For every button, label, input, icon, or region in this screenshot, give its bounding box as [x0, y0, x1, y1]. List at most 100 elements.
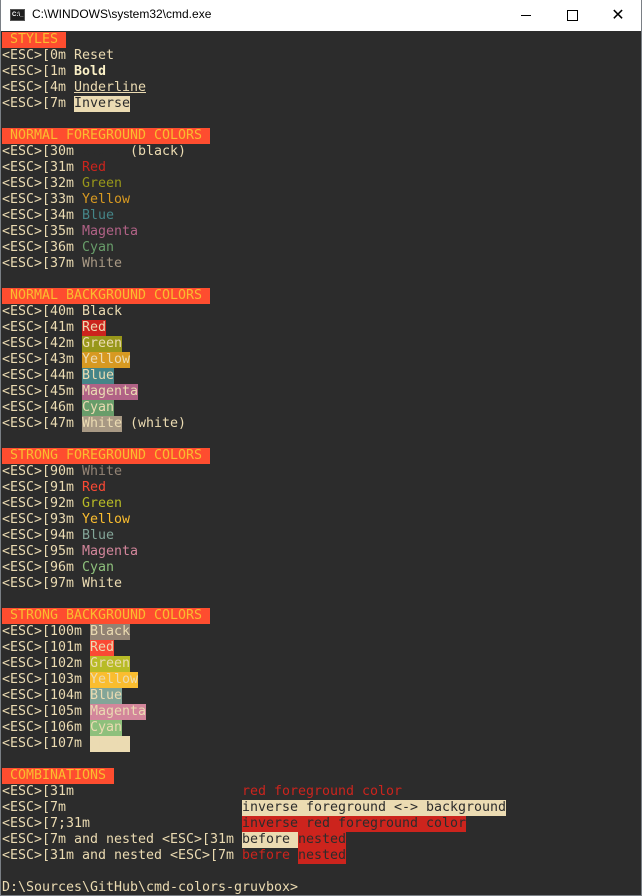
console-line: <ESC>[30m Black (black)	[2, 144, 186, 160]
console-line: <ESC>[92m Green	[2, 496, 122, 512]
escape-code: <ESC>[107m	[2, 736, 90, 751]
minimize-button[interactable]	[503, 0, 549, 31]
sample-text: inverse foreground <-> background	[241, 800, 506, 816]
minimize-icon	[521, 15, 531, 16]
escape-code: <ESC>[46m	[2, 400, 82, 415]
section-header-combinations: COMBINATIONS	[2, 768, 114, 784]
console-line: <ESC>[93m Yellow	[2, 512, 130, 528]
sample-text-nested: nested	[297, 848, 346, 864]
sample-text: Yellow	[82, 352, 130, 368]
escape-code: <ESC>[47m	[2, 416, 82, 431]
close-icon: ✕	[611, 6, 625, 24]
console-line: <ESC>[31m red foreground color	[2, 784, 402, 800]
sample-text: Cyan	[82, 240, 114, 255]
escape-code: <ESC>[7m and nested <ESC>[31m	[2, 832, 242, 847]
sample-text: red foreground color	[241, 784, 402, 799]
console-line: <ESC>[7m inverse foreground <-> backgrou…	[2, 800, 506, 816]
escape-code: <ESC>[31m and nested <ESC>[7m	[2, 848, 242, 863]
sample-text: White	[82, 464, 122, 479]
escape-code: <ESC>[34m	[2, 208, 82, 223]
note-text: (white)	[122, 416, 186, 431]
section-header-strong-fg: STRONG FOREGROUND COLORS	[2, 448, 210, 464]
console-line: <ESC>[31m and nested <ESC>[7m before nes…	[2, 848, 346, 864]
sample-text: Bold	[74, 64, 106, 79]
note-text: (black)	[122, 144, 186, 159]
sample-text: Underline	[74, 80, 146, 95]
escape-code: <ESC>[41m	[2, 320, 82, 335]
sample-text: Green	[82, 176, 122, 191]
escape-code: <ESC>[7;31m	[2, 816, 242, 831]
console-line: <ESC>[40m Black	[2, 304, 122, 320]
sample-text: Magenta	[82, 224, 138, 239]
escape-code: <ESC>[31m	[2, 160, 82, 175]
console-line: <ESC>[95m Magenta	[2, 544, 138, 560]
console-line: <ESC>[33m Yellow	[2, 192, 130, 208]
sample-text: Black	[90, 624, 130, 640]
window-title: C:\WINDOWS\system32\cmd.exe	[32, 7, 212, 21]
sample-text: Cyan	[82, 560, 114, 575]
escape-code: <ESC>[101m	[2, 640, 90, 655]
section-header-normal-bg: NORMAL BACKGROUND COLORS	[2, 288, 210, 304]
escape-code: <ESC>[32m	[2, 176, 82, 191]
close-button[interactable]: ✕	[595, 0, 641, 31]
sample-text: Red	[82, 480, 106, 495]
sample-text: Yellow	[90, 672, 138, 688]
console-line: <ESC>[94m Blue	[2, 528, 114, 544]
sample-text-nested: nested	[297, 832, 346, 848]
escape-code: <ESC>[90m	[2, 464, 82, 479]
sample-text: Magenta	[90, 704, 146, 720]
console-output[interactable]: STYLES <ESC>[0m Reset <ESC>[1m Bold <ESC…	[1, 31, 641, 895]
console-line: <ESC>[45m Magenta	[2, 384, 138, 400]
console-line: <ESC>[101m Red	[2, 640, 114, 656]
console-line: <ESC>[7m Inverse	[2, 96, 130, 112]
prompt-text: D:\Sources\GitHub\cmd-colors-gruvbox>	[2, 880, 298, 895]
console-line: <ESC>[34m Blue	[2, 208, 114, 224]
console-line: <ESC>[103m Yellow	[2, 672, 138, 688]
cmd-window: C:\_ C:\WINDOWS\system32\cmd.exe ✕ STYLE…	[0, 0, 642, 896]
console-line: <ESC>[107m White	[2, 736, 130, 752]
console-icon: C:\_	[10, 9, 25, 21]
console-line: <ESC>[47m White (white)	[2, 416, 186, 432]
escape-code: <ESC>[35m	[2, 224, 82, 239]
sample-text: White	[82, 416, 122, 432]
escape-code: <ESC>[97m	[2, 576, 82, 591]
sample-text: Black	[82, 144, 122, 159]
escape-code: <ESC>[102m	[2, 656, 90, 671]
console-line: <ESC>[41m Red	[2, 320, 106, 336]
console-line: <ESC>[42m Green	[2, 336, 122, 352]
escape-code: <ESC>[0m	[2, 48, 74, 63]
section-header-styles: STYLES	[2, 32, 66, 48]
sample-text: Black	[82, 304, 122, 319]
escape-code: <ESC>[45m	[2, 384, 82, 399]
console-line: <ESC>[43m Yellow	[2, 352, 130, 368]
console-line: <ESC>[36m Cyan	[2, 240, 114, 256]
command-prompt[interactable]: D:\Sources\GitHub\cmd-colors-gruvbox>	[2, 880, 298, 895]
escape-code: <ESC>[37m	[2, 256, 82, 271]
section-header-strong-bg: STRONG BACKGROUND COLORS	[2, 608, 210, 624]
sample-text: Red	[82, 160, 106, 175]
escape-code: <ESC>[40m	[2, 304, 82, 319]
header-text: STRONG FOREGROUND COLORS	[2, 448, 210, 464]
escape-code: <ESC>[7m	[2, 96, 74, 111]
console-line: <ESC>[35m Magenta	[2, 224, 138, 240]
title-bar[interactable]: C:\_ C:\WINDOWS\system32\cmd.exe ✕	[1, 0, 641, 31]
sample-text: Blue	[90, 688, 122, 704]
sample-text: Yellow	[82, 192, 130, 207]
header-text: NORMAL BACKGROUND COLORS	[2, 288, 210, 304]
console-line: <ESC>[7;31m inverse red foreground color	[2, 816, 466, 832]
sample-text: White	[82, 576, 122, 591]
maximize-button[interactable]	[549, 0, 595, 31]
console-line: <ESC>[32m Green	[2, 176, 122, 192]
sample-text: Blue	[82, 528, 114, 543]
maximize-icon	[566, 10, 578, 21]
console-line: <ESC>[44m Blue	[2, 368, 114, 384]
escape-code: <ESC>[31m	[2, 784, 242, 799]
header-text: NORMAL FOREGROUND COLORS	[2, 128, 210, 144]
section-header-normal-fg: NORMAL FOREGROUND COLORS	[2, 128, 210, 144]
console-line: <ESC>[0m Reset	[2, 48, 114, 64]
sample-text: Green	[82, 336, 122, 352]
console-line: <ESC>[96m Cyan	[2, 560, 114, 576]
console-line: <ESC>[90m White	[2, 464, 122, 480]
sample-text: Magenta	[82, 544, 138, 559]
console-line: <ESC>[97m White	[2, 576, 122, 592]
